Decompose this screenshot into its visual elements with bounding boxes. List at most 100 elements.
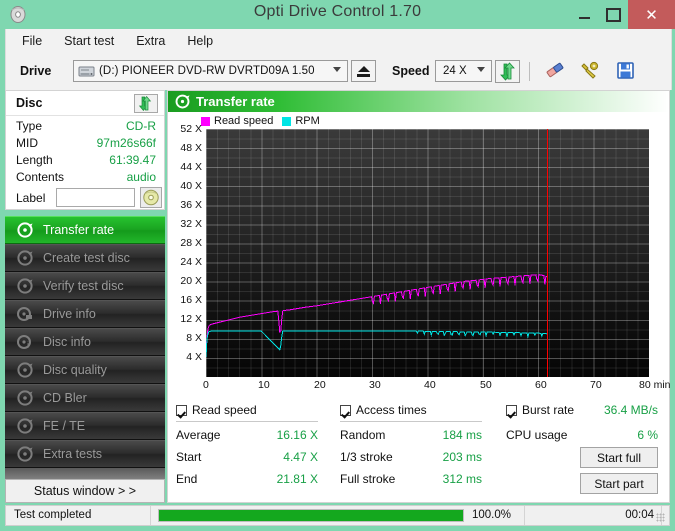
close-icon: ✕ [645,6,658,24]
result-value: 312 ms [442,472,482,486]
sidebar-item-drive-info[interactable]: Drive info [5,300,165,328]
sidebar-item-label: Create test disc [43,251,130,265]
main-panel: Transfer rate Read speed RPM 52 X 48 X 4… [167,90,671,503]
disc-panel: Disc Type CD-R MID 97m26s66f Length 61:3… [5,90,165,210]
chart-legend: Read speed RPM [201,115,329,127]
result-value: 203 ms [442,450,482,464]
access-times-checkbox[interactable] [340,404,351,416]
result-key: 1/3 stroke [340,450,393,464]
disc-row-length: Length 61:39.47 [6,153,164,170]
disc-row-mid: MID 97m26s66f [6,136,164,153]
result-row-full-stroke: Full stroke 312 ms [340,472,482,490]
sidebar-item-label: FE / TE [43,419,86,433]
disc-row-contents: Contents audio [6,170,164,187]
result-key: Random [340,428,386,442]
sidebar-item-create-test-disc[interactable]: Create test disc [5,244,165,272]
result-value: 21.81 X [276,472,318,486]
x-tick-label: 40 [424,379,436,391]
minimize-button[interactable] [570,0,599,29]
legend-label: RPM [295,115,320,127]
sidebar-item-transfer-rate[interactable]: Transfer rate [5,216,165,244]
disc-row-key: Length [16,153,53,167]
sidebar-item-label: Drive info [43,307,96,321]
erase-button[interactable] [544,60,569,83]
save-button[interactable] [614,60,639,83]
title-bar: Opti Drive Control 1.70 ✕ [0,0,675,29]
y-tick-label: 36 X [180,199,202,211]
result-key: CPU usage [506,428,568,442]
refresh-icon [138,95,152,112]
transfer-rate-chart [206,129,649,377]
x-tick-label: 80 min [639,379,671,391]
speed-select[interactable]: 24 X [435,60,492,82]
legend-swatch [282,116,292,126]
disc-create-icon [17,250,33,266]
sidebar-nav: Transfer rate Create test disc Verify te… [5,216,165,483]
eject-button[interactable] [351,60,376,82]
status-window-button[interactable]: Status window > > [5,479,165,503]
y-tick-label: 28 X [180,237,202,249]
start-full-button[interactable]: Start full [580,447,658,468]
read-speed-checkbox-row[interactable]: Read speed [176,403,257,417]
y-tick-label: 48 X [180,142,202,154]
panel-header: Transfer rate [168,91,669,112]
sidebar-item-label: Extra tests [43,447,103,461]
sidebar-item-cd-bler[interactable]: CD Bler [5,384,165,412]
maximize-icon [606,7,621,22]
disc-row-key: Type [16,119,43,133]
y-tick-label: 24 X [180,256,202,268]
y-tick-label: 16 X [180,294,202,306]
chart-x-axis: 0 10 20 30 40 50 60 70 80 min [168,379,671,395]
status-bar: Test completed 100.0% 00:04 [5,505,670,526]
y-tick-label: 12 X [180,313,202,325]
minimize-icon [579,16,590,19]
read-speed-checkbox[interactable] [176,404,187,416]
eject-icon [358,66,370,72]
menu-item-help[interactable]: Help [177,32,223,50]
refresh-button[interactable] [495,60,520,83]
burst-rate-value: 36.4 MB/s [603,403,658,417]
sidebar-item-extra-tests[interactable]: Extra tests [5,440,165,468]
refresh-icon [500,62,515,81]
progress-bar [158,509,464,522]
access-times-checkbox-row[interactable]: Access times [340,403,427,417]
menu-item-file[interactable]: File [12,32,52,50]
x-tick-label: 20 [314,379,326,391]
disc-row-key: MID [16,136,38,150]
legend-label: Read speed [214,115,274,127]
result-row-random: Random 184 ms [340,428,482,446]
window-controls: ✕ [570,0,675,29]
status-text: Test completed [14,509,92,521]
start-part-button[interactable]: Start part [580,473,658,494]
close-button[interactable]: ✕ [628,0,675,29]
sidebar-item-verify-test-disc[interactable]: Verify test disc [5,272,165,300]
x-tick-label: 30 [369,379,381,391]
sidebar-item-label: Verify test disc [43,279,124,293]
disc-label-button[interactable] [140,187,162,208]
disc-panel-title: Disc [16,96,43,110]
progress-bar-fill [159,510,463,521]
disc-test-icon [175,94,190,109]
drive-select[interactable]: (D:) PIONEER DVD-RW DVRTD09A 1.50 [73,60,348,82]
disc-label-input[interactable] [56,188,135,207]
resize-grip-icon[interactable] [656,513,665,522]
menu-item-start-test[interactable]: Start test [54,32,124,50]
divider [176,421,318,422]
disc-verify-icon [17,278,33,294]
y-tick-label: 8 X [186,332,202,344]
sidebar-item-disc-info[interactable]: i Disc info [5,328,165,356]
y-tick-label: 32 X [180,218,202,230]
tools-button[interactable] [579,60,604,83]
disc-refresh-button[interactable] [134,94,158,113]
chart-series-read-speed [206,274,548,357]
sidebar-item-fe-te[interactable]: FE / TE [5,412,165,440]
sidebar-item-disc-quality[interactable]: Disc quality [5,356,165,384]
drive-info-icon [17,306,33,322]
menu-item-extra[interactable]: Extra [126,32,175,50]
drive-toolbar: Drive (D:) PIONEER DVD-RW DVRTD09A 1.50 … [5,52,672,90]
eraser-icon [546,62,564,78]
disc-test-icon [17,222,33,238]
menu-bar: File Start test Extra Help [5,29,672,52]
disc-info-icon: i [17,334,33,350]
maximize-button[interactable] [599,0,628,29]
